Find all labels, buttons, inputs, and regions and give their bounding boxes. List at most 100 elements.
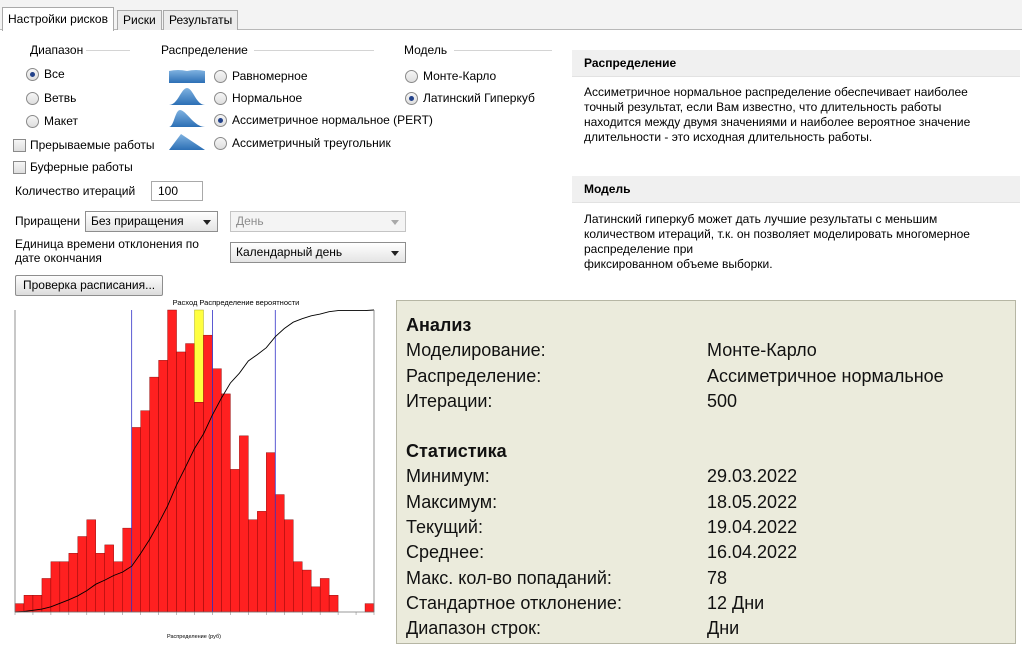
chart-bar <box>86 519 96 613</box>
increment-label: Приращени <box>15 214 81 228</box>
radio-indicator[interactable] <box>26 67 39 81</box>
chevron-down-icon <box>203 220 211 225</box>
distribution-option-uniform[interactable]: Равномерное <box>214 69 308 83</box>
chart-bar <box>221 393 231 613</box>
radio-label: Ассиметричный треугольник <box>232 136 391 150</box>
model-group-title: Модель <box>404 43 448 57</box>
radio-indicator[interactable] <box>214 113 227 127</box>
analysis-value-simulation: Монте-Карло <box>707 340 817 360</box>
distribution-option-pert[interactable]: Ассиметричное нормальное (PERT) <box>214 113 433 127</box>
triangle-distribution-icon <box>169 134 205 150</box>
distribution-info-title: Распределение <box>572 50 1020 77</box>
stat-value-maximum: 18.05.2022 <box>707 492 798 512</box>
distribution-option-triangle[interactable]: Ассиметричный треугольник <box>214 136 391 150</box>
chart-bar-highlight <box>194 309 204 403</box>
chart-bar <box>23 595 34 613</box>
range-group-title: Диапазон <box>30 43 84 57</box>
tab-risks[interactable]: Риски <box>117 10 162 30</box>
normal-distribution-icon <box>169 88 205 105</box>
buffer-tasks-checkbox[interactable]: Буферные работы <box>13 160 133 174</box>
radio-indicator[interactable] <box>214 91 227 105</box>
radio-label: Нормальное <box>232 91 303 105</box>
distribution-group-title: Распределение <box>161 43 248 57</box>
analysis-section-title: Анализ <box>406 315 472 335</box>
chart-title: Расход Распределение вероятности <box>173 298 300 307</box>
stat-value-mean: 16.04.2022 <box>707 542 798 562</box>
checkbox-indicator[interactable] <box>13 160 26 174</box>
chart-bar <box>122 527 132 613</box>
analysis-value-distribution: Ассиметричное нормальное <box>707 366 944 386</box>
radio-indicator[interactable] <box>405 69 418 83</box>
chart-bar <box>266 452 276 613</box>
iterations-input[interactable]: 100 <box>151 181 203 201</box>
range-option-all[interactable]: Все <box>26 67 65 81</box>
distribution-info-text: Ассиметричное нормальное распределение о… <box>584 85 971 144</box>
chart-bar <box>104 544 114 613</box>
model-option-latin-hypercube[interactable]: Латинский Гиперкуб <box>405 91 535 105</box>
chart-bar <box>149 376 159 613</box>
chart-bar <box>14 603 25 613</box>
radio-label: Равномерное <box>232 69 308 83</box>
chart-bar <box>59 561 70 613</box>
chart-bar <box>50 561 61 613</box>
deviation-unit-select[interactable]: Календарный день <box>230 242 406 263</box>
check-schedule-button[interactable]: Проверка расписания... <box>15 275 164 296</box>
chart-bar <box>319 578 330 613</box>
radio-label: Латинский Гиперкуб <box>423 91 535 105</box>
chart-bar <box>239 435 249 613</box>
uniform-distribution-icon <box>169 70 205 83</box>
tab-risk-settings[interactable]: Настройки рисков <box>2 7 114 31</box>
analysis-label-iterations: Итерации: <box>406 391 493 411</box>
deviation-unit-select-value: Календарный день <box>236 245 343 259</box>
increment-unit-select[interactable]: День <box>230 211 406 232</box>
checkbox-label: Буферные работы <box>30 160 133 174</box>
chart-bar <box>248 519 258 613</box>
range-group-rule <box>86 50 130 51</box>
stat-value-current: 19.04.2022 <box>707 517 798 537</box>
analysis-label-distribution: Распределение: <box>406 366 542 386</box>
radio-indicator[interactable] <box>26 114 39 128</box>
stat-label-std-deviation: Стандартное отклонение: <box>406 593 622 613</box>
chart-bar <box>68 553 79 613</box>
radio-indicator[interactable] <box>405 91 418 105</box>
chart-bar <box>140 410 150 613</box>
chart-bar <box>230 469 240 613</box>
radio-indicator[interactable] <box>26 91 39 105</box>
tab-bar: Настройки рисков Риски Результаты <box>0 0 1022 31</box>
chart-bar <box>364 603 375 613</box>
deviation-unit-label-line1: Единица времени отклонения по <box>15 237 199 251</box>
increment-select[interactable]: Без приращения <box>85 211 218 232</box>
chart-x-axis-label: Распределение (руб) <box>167 634 221 640</box>
chart-bar <box>167 309 177 613</box>
range-option-branch[interactable]: Ветвь <box>26 91 76 105</box>
stat-value-std-deviation: 12 Дни <box>707 593 765 613</box>
interruptible-tasks-checkbox[interactable]: Прерываемые работы <box>13 138 155 152</box>
chart-bar <box>185 343 195 613</box>
chart-bar <box>328 595 339 613</box>
stat-label-row-range: Диапазон строк: <box>406 618 541 638</box>
radio-indicator[interactable] <box>214 136 227 150</box>
radio-label: Все <box>44 67 65 81</box>
radio-indicator[interactable] <box>214 69 227 83</box>
distribution-group-rule <box>254 50 374 51</box>
model-option-monte-carlo[interactable]: Монте-Карло <box>405 69 496 83</box>
stat-value-minimum: 29.03.2022 <box>707 466 798 486</box>
analysis-panel: Анализ Моделирование: Монте-Карло Распре… <box>396 300 1016 644</box>
chart-bar <box>194 402 204 613</box>
chart-bar <box>203 334 213 613</box>
statistics-section-title: Статистика <box>406 441 507 461</box>
checkbox-label: Прерываемые работы <box>30 138 155 152</box>
model-info-title: Модель <box>572 176 1020 203</box>
radio-label: Ассиметричное нормальное (PERT) <box>232 113 433 127</box>
checkbox-indicator[interactable] <box>13 138 26 152</box>
distribution-option-normal[interactable]: Нормальное <box>214 91 302 105</box>
stat-label-maximum: Максимум: <box>406 492 498 512</box>
iterations-label: Количество итераций <box>15 184 136 198</box>
tab-results[interactable]: Результаты <box>163 10 239 30</box>
model-info-text: Латинский гиперкуб может дать лучшие рез… <box>584 212 970 271</box>
range-option-layout[interactable]: Макет <box>26 114 78 128</box>
radio-label: Макет <box>44 114 78 128</box>
chart-bar <box>212 368 222 613</box>
increment-unit-select-value: День <box>236 214 264 228</box>
analysis-value-iterations: 500 <box>707 391 738 411</box>
